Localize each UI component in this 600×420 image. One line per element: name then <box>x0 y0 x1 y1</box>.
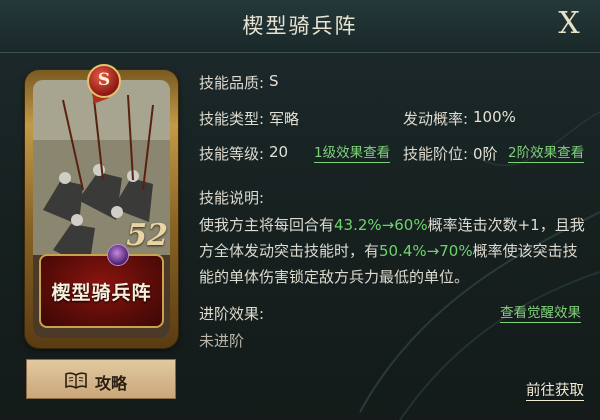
quality-value: S <box>269 72 279 90</box>
card-artwork: 52 楔型骑兵阵 <box>33 80 170 338</box>
guide-button[interactable]: 攻略 <box>26 359 176 399</box>
header-bar: 楔型骑兵阵 X <box>0 0 600 53</box>
skill-card: S 52 楔型骑兵阵 <box>25 64 178 348</box>
description-label: 技能说明: <box>199 189 265 207</box>
close-icon[interactable]: X <box>552 6 586 42</box>
book-icon <box>65 372 87 389</box>
quality-label: 技能品质: <box>199 74 265 92</box>
probability-value: 100% <box>473 108 516 126</box>
advance-label: 进阶效果: <box>199 305 265 323</box>
stage-label: 技能阶位: <box>403 145 469 163</box>
advance-value: 未进阶 <box>199 332 245 350</box>
type-label: 技能类型: <box>199 110 265 128</box>
description-text-1: 使我方主将每回合有 <box>199 216 335 234</box>
type-value: 军略 <box>269 110 300 128</box>
card-name-plate: 楔型骑兵阵 <box>39 244 164 328</box>
description-highlight-1: 43.2%→60% <box>334 216 428 234</box>
goto-acquire-link[interactable]: 前往获取 <box>526 382 584 401</box>
level-value: 20 <box>269 143 289 161</box>
gem-icon <box>107 244 129 266</box>
awaken-effect-link[interactable]: 查看觉醒效果 <box>500 305 581 323</box>
level-effect-link[interactable]: 1级效果查看 <box>314 145 391 163</box>
stage-effect-link[interactable]: 2阶效果查看 <box>508 145 585 163</box>
description-highlight-2: 50.4%→70% <box>379 242 473 260</box>
probability-label: 发动概率: <box>403 110 469 128</box>
card-name: 楔型骑兵阵 <box>51 282 152 304</box>
page-title: 楔型骑兵阵 <box>242 14 358 38</box>
stage-value: 0阶 <box>473 145 498 163</box>
card-level: 52 <box>126 218 168 253</box>
level-label: 技能等级: <box>199 145 265 163</box>
skill-description: 使我方主将每回合有43.2%→60%概率连击次数+1，且我方全体发动突击技能时，… <box>199 212 589 290</box>
guide-label: 攻略 <box>95 374 128 393</box>
rarity-badge: S <box>87 64 121 98</box>
